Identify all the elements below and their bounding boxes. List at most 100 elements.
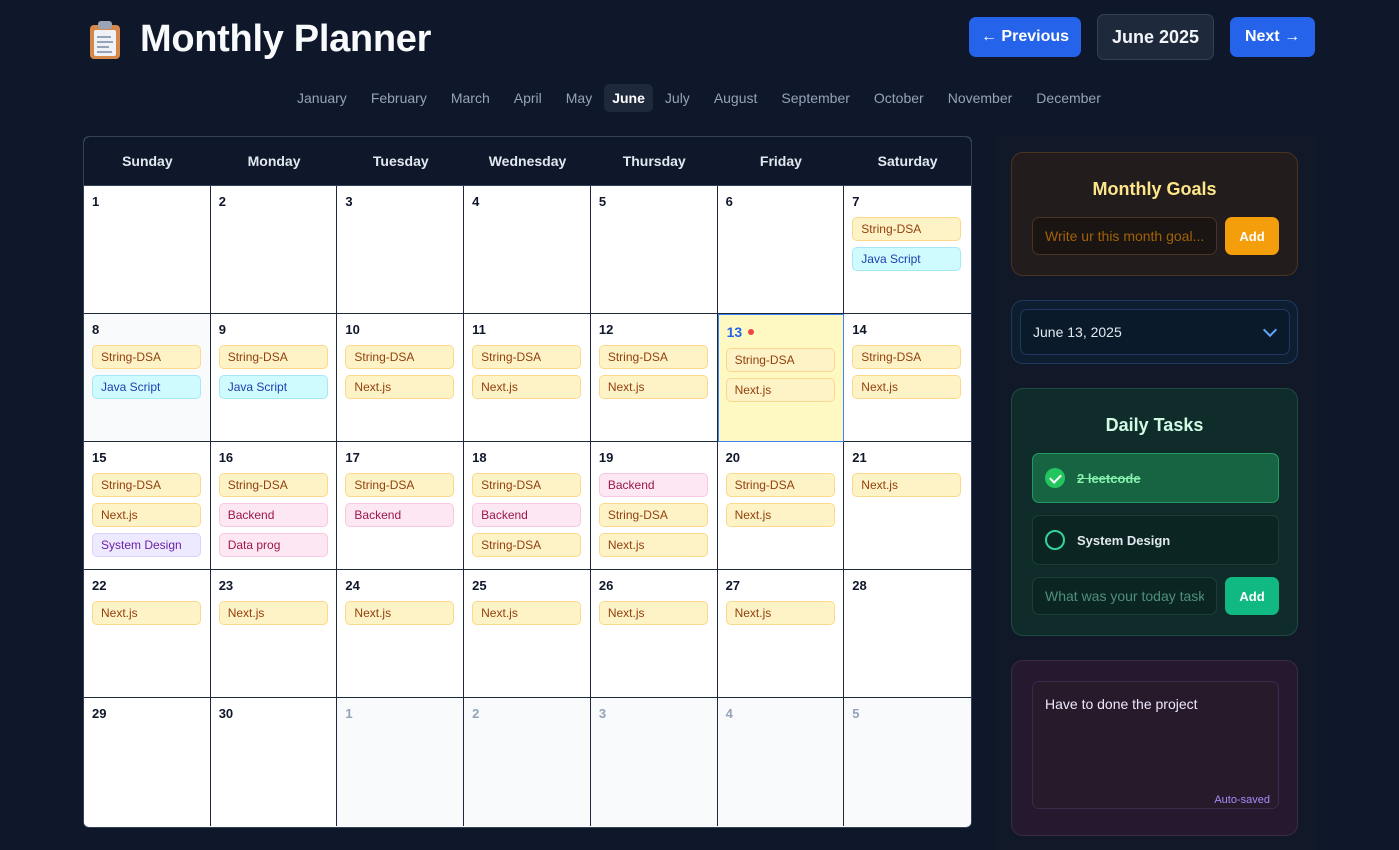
month-tab-july[interactable]: July xyxy=(653,84,702,112)
event-chip[interactable]: Next.js xyxy=(598,533,708,557)
month-tab-november[interactable]: November xyxy=(936,84,1025,112)
event-chip[interactable]: Backend xyxy=(472,503,582,527)
checked-circle-icon[interactable] xyxy=(1045,468,1065,488)
day-cell[interactable]: 25 Next.js xyxy=(464,570,591,698)
day-cell[interactable]: 22 Next.js xyxy=(84,570,211,698)
day-cell[interactable]: 23 Next.js xyxy=(210,570,338,698)
empty-circle-icon[interactable] xyxy=(1045,530,1065,550)
event-chip[interactable]: String-DSA xyxy=(472,345,582,369)
event-chip[interactable]: String-DSA xyxy=(92,473,201,497)
event-chip[interactable]: String-DSA xyxy=(725,348,835,372)
date-select[interactable]: June 13, 2025 xyxy=(1020,309,1290,355)
add-goal-button[interactable]: Add xyxy=(1225,217,1279,255)
event-chip[interactable]: String-DSA xyxy=(92,345,201,369)
month-tab-august[interactable]: August xyxy=(702,84,770,112)
event-chip[interactable]: String-DSA xyxy=(345,473,455,497)
task-item[interactable]: 2 leetcode xyxy=(1032,453,1279,503)
event-chip[interactable]: String-DSA xyxy=(725,473,835,497)
task-input[interactable] xyxy=(1032,577,1217,615)
event-chip[interactable]: String-DSA xyxy=(345,345,455,369)
event-chip[interactable]: Next.js xyxy=(472,601,582,625)
event-chip[interactable]: Next.js xyxy=(725,601,835,625)
month-tab-may[interactable]: May xyxy=(554,84,604,112)
event-chip[interactable]: String-DSA xyxy=(218,345,328,369)
event-chip[interactable]: Next.js xyxy=(345,601,455,625)
day-cell[interactable]: 2 xyxy=(464,698,591,826)
day-cell[interactable]: 6 xyxy=(717,186,845,314)
event-chip[interactable]: Next.js xyxy=(725,378,835,402)
month-tab-march[interactable]: March xyxy=(439,84,502,112)
event-chip[interactable]: Java Script xyxy=(852,247,962,271)
day-cell[interactable]: 24 Next.js xyxy=(337,570,465,698)
notes-textarea[interactable]: Have to done the project Auto-saved xyxy=(1032,681,1279,809)
previous-month-button[interactable]: ← Previous xyxy=(969,17,1081,57)
month-tab-december[interactable]: December xyxy=(1024,84,1113,112)
event-chip[interactable]: Backend xyxy=(218,503,328,527)
day-cell[interactable]: 11 String-DSA Next.js xyxy=(464,314,591,442)
day-cell[interactable]: 26 Next.js xyxy=(590,570,718,698)
event-chip[interactable]: String-DSA xyxy=(598,345,708,369)
month-tab-october[interactable]: October xyxy=(862,84,936,112)
event-chip[interactable]: String-DSA xyxy=(598,503,708,527)
event-chip[interactable]: Next.js xyxy=(92,503,201,527)
month-tab-february[interactable]: February xyxy=(359,84,439,112)
event-chip[interactable]: Next.js xyxy=(598,375,708,399)
event-chip[interactable]: String-DSA xyxy=(472,473,582,497)
next-month-button[interactable]: Next → xyxy=(1230,17,1315,57)
day-cell[interactable]: 5 xyxy=(844,698,971,826)
event-chip[interactable]: System Design xyxy=(92,533,201,557)
month-tab-january[interactable]: January xyxy=(285,84,359,112)
day-cell[interactable]: 5 xyxy=(590,186,718,314)
weekday-friday: Friday xyxy=(759,153,802,169)
event-chip[interactable]: String-DSA xyxy=(218,473,328,497)
day-cell[interactable]: 28 xyxy=(844,570,971,698)
day-cell[interactable]: 29 xyxy=(84,698,211,826)
event-chip[interactable]: Next.js xyxy=(725,503,835,527)
day-cell[interactable]: 15 String-DSA Next.js System Design xyxy=(84,442,211,570)
goal-input[interactable] xyxy=(1032,217,1217,255)
event-chip[interactable]: Next.js xyxy=(852,375,962,399)
event-chip[interactable]: Next.js xyxy=(345,375,455,399)
event-chip[interactable]: Next.js xyxy=(218,601,328,625)
day-cell[interactable]: 2 xyxy=(210,186,338,314)
day-cell[interactable]: 19 Backend String-DSA Next.js xyxy=(590,442,718,570)
day-cell[interactable]: 3 xyxy=(337,186,465,314)
day-cell[interactable]: 27 Next.js xyxy=(717,570,845,698)
day-cell[interactable]: 20 String-DSA Next.js xyxy=(717,442,845,570)
day-cell-today[interactable]: 13 String-DSA Next.js xyxy=(717,314,845,442)
event-chip[interactable]: Backend xyxy=(345,503,455,527)
day-cell[interactable]: 7 String-DSA Java Script xyxy=(844,186,971,314)
day-cell[interactable]: 9 String-DSA Java Script xyxy=(210,314,338,442)
day-cell[interactable]: 16 String-DSA Backend Data prog xyxy=(210,442,338,570)
day-number: 27 xyxy=(726,578,836,593)
day-cell[interactable]: 12 String-DSA Next.js xyxy=(590,314,718,442)
day-cell[interactable]: 14 String-DSA Next.js xyxy=(844,314,971,442)
event-chip[interactable]: Next.js xyxy=(598,601,708,625)
event-chip[interactable]: Next.js xyxy=(92,601,201,625)
event-chip[interactable]: Java Script xyxy=(92,375,201,399)
month-tab-april[interactable]: April xyxy=(502,84,554,112)
event-chip[interactable]: String-DSA xyxy=(852,345,962,369)
day-cell[interactable]: 18 String-DSA Backend String-DSA xyxy=(464,442,591,570)
day-cell[interactable]: 17 String-DSA Backend xyxy=(337,442,465,570)
event-chip[interactable]: Backend xyxy=(598,473,708,497)
day-cell[interactable]: 4 xyxy=(464,186,591,314)
day-cell[interactable]: 3 xyxy=(590,698,718,826)
event-chip[interactable]: Data prog xyxy=(218,533,328,557)
day-cell[interactable]: 4 xyxy=(717,698,845,826)
task-item[interactable]: System Design xyxy=(1032,515,1279,565)
event-chip[interactable]: String-DSA xyxy=(472,533,582,557)
day-cell[interactable]: 1 xyxy=(84,186,211,314)
day-cell[interactable]: 30 xyxy=(210,698,338,826)
day-cell[interactable]: 21 Next.js xyxy=(844,442,971,570)
day-cell[interactable]: 10 String-DSA Next.js xyxy=(337,314,465,442)
event-chip[interactable]: Next.js xyxy=(852,473,962,497)
add-task-button[interactable]: Add xyxy=(1225,577,1279,615)
event-chip[interactable]: String-DSA xyxy=(852,217,962,241)
month-tab-september[interactable]: September xyxy=(769,84,861,112)
day-cell[interactable]: 1 xyxy=(337,698,465,826)
event-chip[interactable]: Java Script xyxy=(218,375,328,399)
month-tab-june[interactable]: June xyxy=(604,84,653,112)
event-chip[interactable]: Next.js xyxy=(472,375,582,399)
day-cell[interactable]: 8 String-DSA Java Script xyxy=(84,314,211,442)
